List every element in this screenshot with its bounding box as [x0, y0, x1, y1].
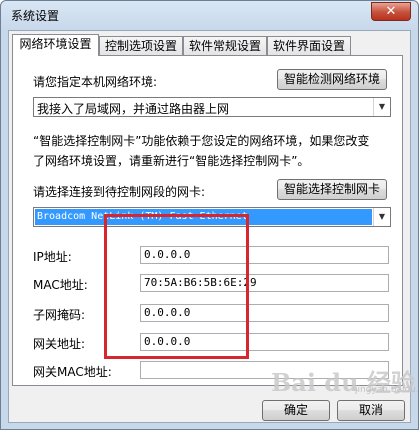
select-adapter-button[interactable]: 智能选择控制网卡	[277, 179, 387, 200]
description-line-2: 了网络环境设置，请重新进行“智能选择控制网卡”。	[33, 154, 310, 168]
tab-interface-settings[interactable]: 软件界面设置	[267, 36, 351, 55]
cancel-button[interactable]: 取消	[337, 400, 405, 421]
description-line-1: “智能选择控制网卡”功能依赖于您设定的网络环境，如果您改变	[33, 134, 370, 148]
title-bar[interactable]: 系统设置 ✕	[1, 1, 418, 29]
subnet-mask-label: 子网掩码:	[33, 308, 86, 322]
baidu-watermark: Bai du 经验 jingyan.baidu.com	[271, 363, 419, 398]
window-title: 系统设置	[11, 9, 60, 23]
tab-control-options[interactable]: 控制选项设置	[99, 36, 183, 55]
detect-network-button[interactable]: 智能检测网络环境	[277, 69, 387, 90]
highlight-annotation	[104, 214, 249, 359]
ok-button[interactable]: 确定	[262, 400, 330, 421]
chevron-down-icon[interactable]: ▼	[373, 98, 390, 116]
tab-general-settings[interactable]: 软件常规设置	[183, 36, 267, 55]
gateway-mac-label: 网关MAC地址:	[33, 365, 112, 379]
adapter-label: 请选择连接到待控制网段的网卡:	[33, 185, 206, 199]
network-env-select[interactable]: 我接入了局域网，并通过路由器上网 ▼	[33, 97, 391, 117]
mac-label: MAC地址:	[33, 278, 88, 292]
chevron-down-icon[interactable]: ▼	[373, 208, 390, 226]
close-icon: ✕	[385, 4, 397, 19]
settings-window: 系统设置 ✕ 网络环境设置 控制选项设置 软件常规设置 软件界面设置 请您指定本…	[0, 0, 419, 430]
network-env-label: 请您指定本机网络环境:	[33, 75, 158, 89]
tab-network-env[interactable]: 网络环境设置	[12, 34, 99, 56]
watermark-url: jingyan.baidu.com	[355, 385, 419, 395]
close-button[interactable]: ✕	[371, 2, 411, 21]
ip-label: IP地址:	[33, 250, 72, 264]
gateway-label: 网关地址:	[33, 337, 86, 351]
network-env-value: 我接入了局域网，并通过路由器上网	[37, 102, 230, 116]
